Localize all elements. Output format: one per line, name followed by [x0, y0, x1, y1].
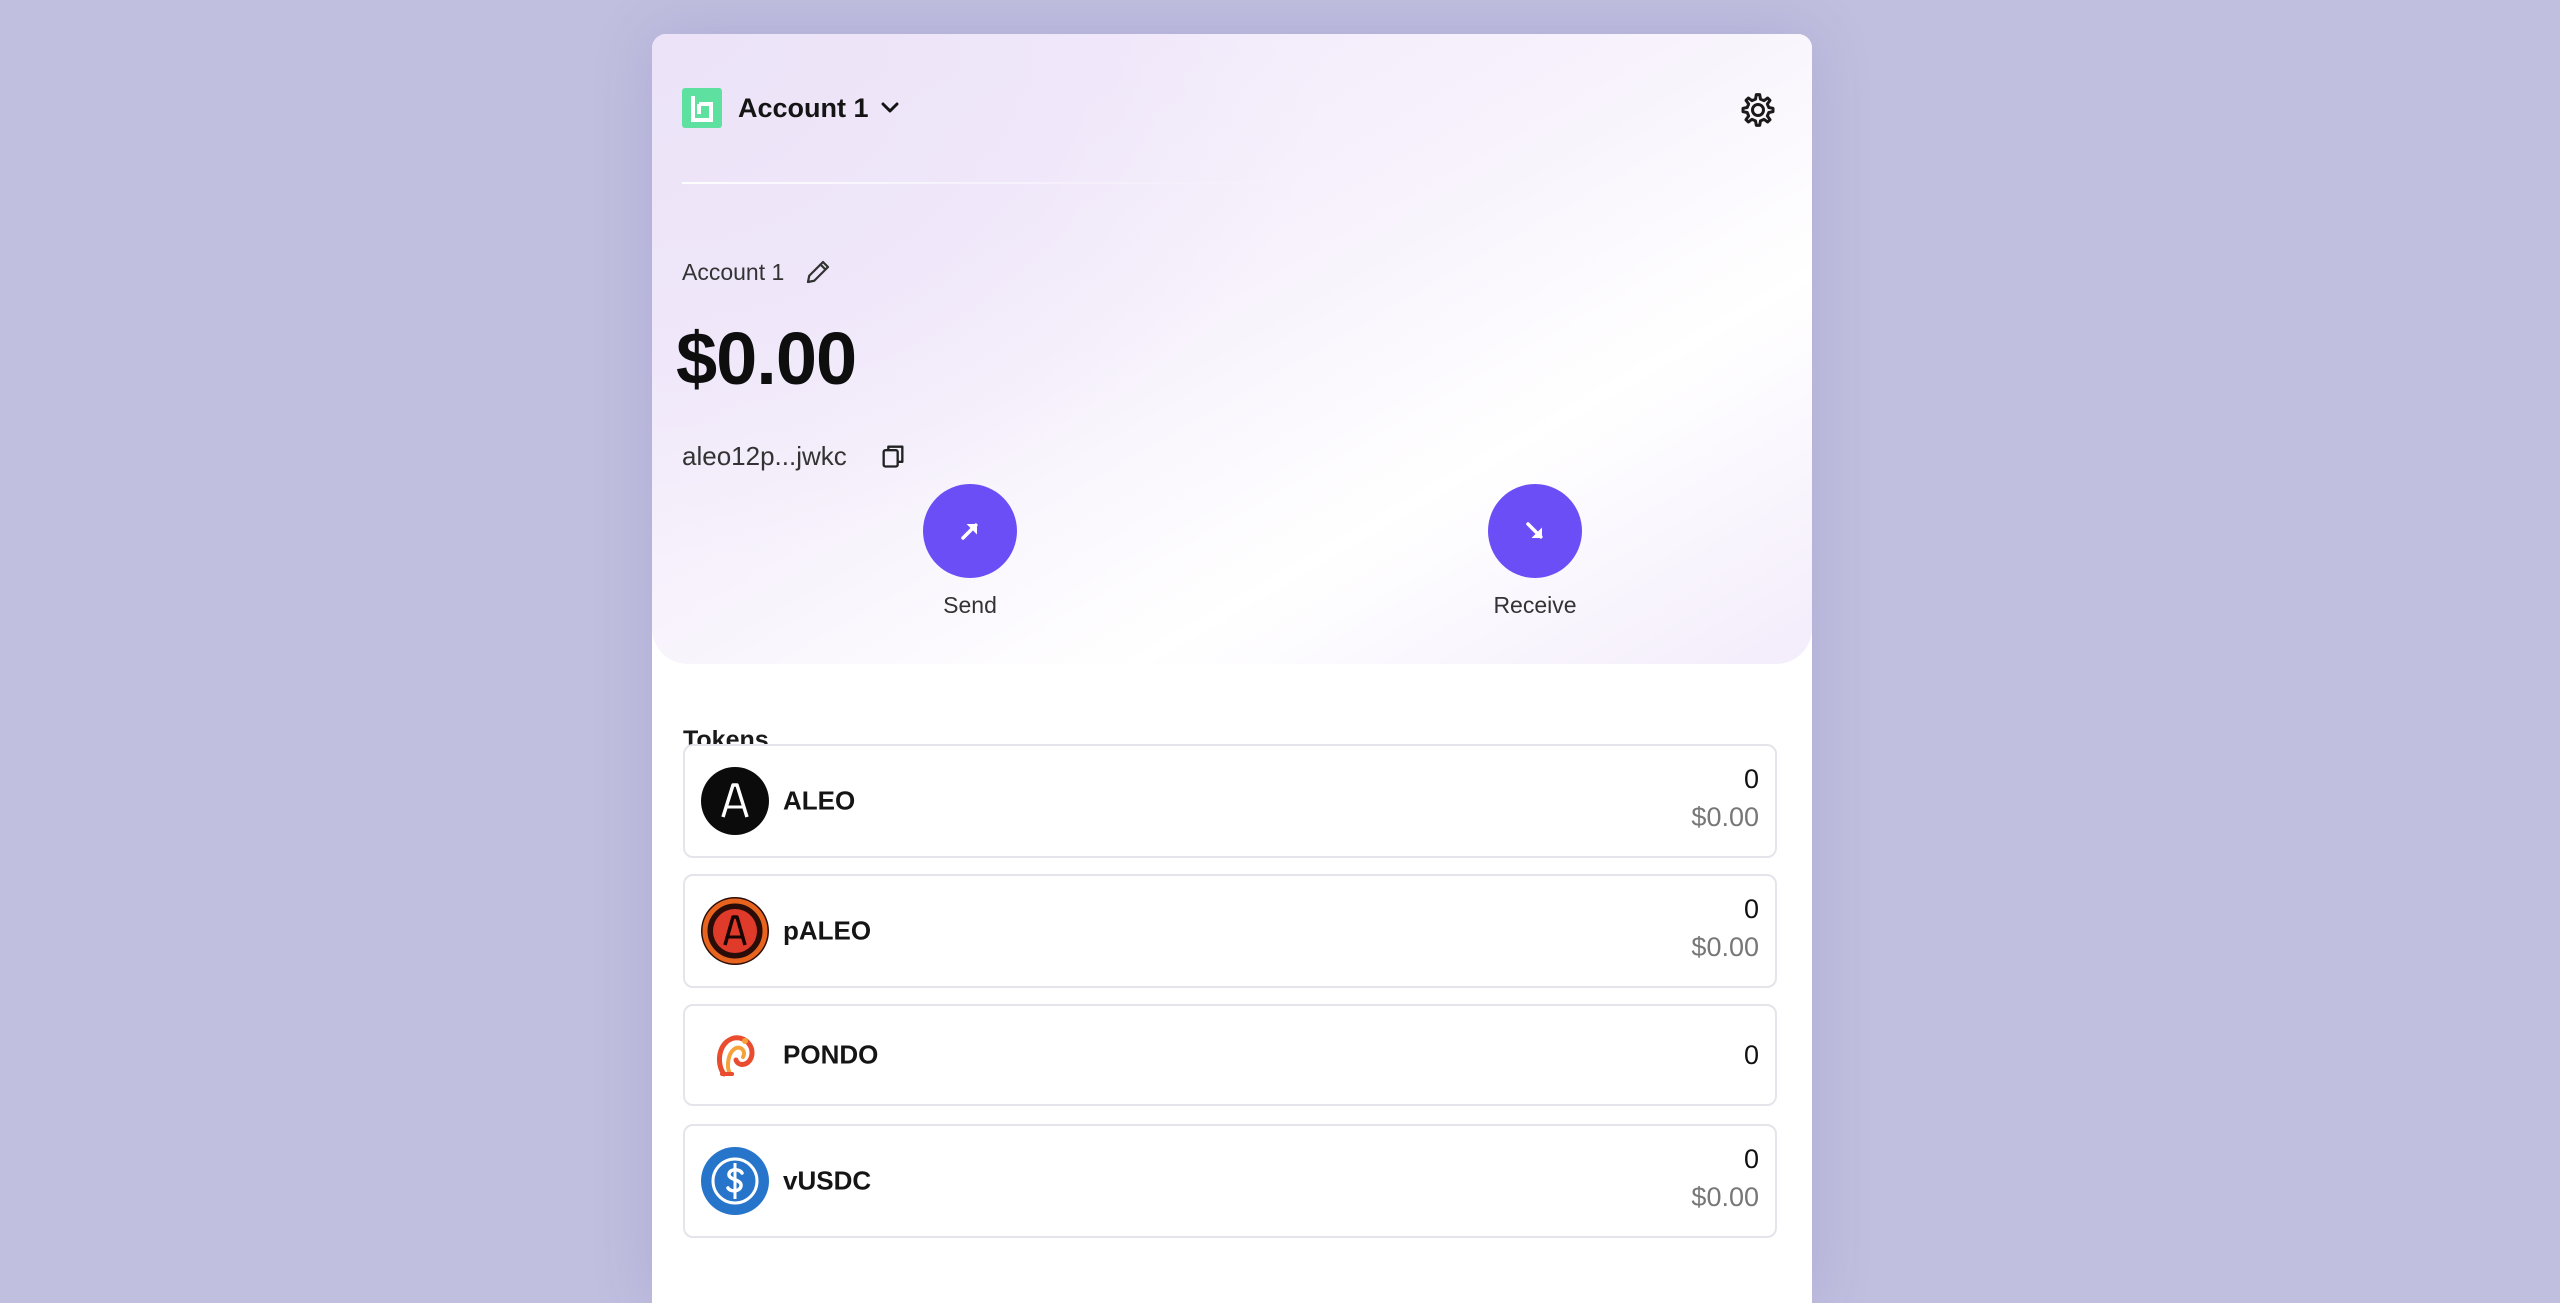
arrow-up-right-icon [961, 523, 978, 540]
send-circle[interactable] [923, 484, 1017, 578]
account-selector-label: Account 1 [738, 92, 869, 123]
receive-circle[interactable] [1488, 484, 1582, 578]
receive-button[interactable]: Receive [1465, 484, 1605, 619]
token-usd-value: $0.00 [1691, 932, 1759, 962]
token-usd-value: $0.00 [1691, 802, 1759, 832]
token-name: vUSDC [783, 1165, 872, 1196]
settings-gear-icon[interactable] [1734, 86, 1782, 134]
token-row-paleo[interactable]: pALEO 0 $0.00 [683, 874, 1777, 988]
account-selector[interactable]: Account 1 [682, 88, 899, 128]
account-name-row: Account 1 [682, 256, 834, 288]
token-row-vusdc[interactable]: vUSDC 0 $0.00 [683, 1124, 1777, 1238]
arrow-down-right-icon [1526, 522, 1543, 539]
address-row: aleo12p...jwkc [682, 440, 909, 472]
chevron-down-icon [881, 102, 899, 114]
usdc-icon [701, 1147, 769, 1215]
token-amount: 0 [1743, 894, 1759, 924]
header-divider [682, 182, 1282, 184]
paleo-icon [701, 897, 769, 965]
token-row-pondo[interactable]: PONDO 0 [683, 1004, 1777, 1106]
wallet-logo-icon [682, 88, 722, 128]
token-name: ALEO [783, 785, 856, 816]
account-address: aleo12p...jwkc [682, 440, 847, 471]
copy-icon[interactable] [877, 440, 909, 472]
token-usd-value: $0.00 [1691, 1182, 1759, 1212]
send-label: Send [943, 592, 997, 618]
token-amount: 0 [1743, 1040, 1759, 1070]
aleo-icon [701, 767, 769, 835]
wallet-panel: Account 1 Account 1 $0.00 aleo12p...jwkc… [652, 34, 1812, 1303]
account-header-panel: Account 1 Account 1 $0.00 aleo12p...jwkc… [652, 34, 1812, 664]
send-button[interactable]: Send [900, 484, 1040, 619]
token-amount: 0 [1743, 764, 1759, 794]
receive-label: Receive [1493, 592, 1577, 618]
account-name-label: Account 1 [682, 258, 785, 285]
token-name: pALEO [783, 915, 872, 946]
token-row-aleo[interactable]: ALEO 0 $0.00 [683, 744, 1777, 858]
total-balance: $0.00 [676, 317, 857, 400]
token-amount: 0 [1743, 1144, 1759, 1174]
pondo-icon [701, 1021, 769, 1089]
pencil-icon[interactable] [802, 256, 834, 288]
token-name: PONDO [783, 1039, 879, 1070]
